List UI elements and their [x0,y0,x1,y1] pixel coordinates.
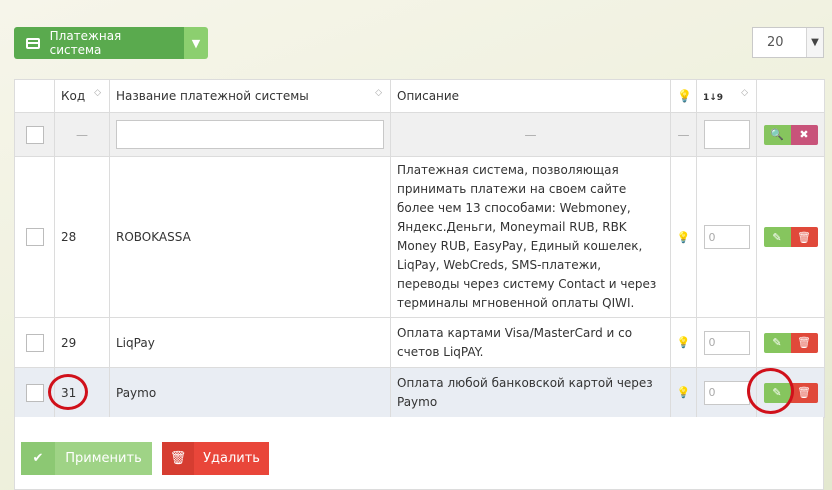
header-select [14,79,55,113]
sort-arrows-icon: ◇ [375,88,382,98]
header-order[interactable]: 1↓9 ◇ [696,79,757,113]
row-checkbox[interactable] [25,228,44,246]
credit-card-icon [26,37,40,49]
filter-name-input[interactable] [116,120,384,149]
lightbulb-icon[interactable]: 💡 [677,386,691,399]
payment-systems-table: Код ◇ Название платежной системы ◇ Описа… [14,79,825,418]
close-icon: ✖ [799,128,809,141]
trash-icon: 🗑 [162,442,194,475]
filter-order-input[interactable] [703,120,750,149]
row-name: LiqPay [109,317,391,368]
delete-button[interactable]: 🗑 [790,382,818,403]
filter-code-dash: — [76,127,88,142]
lightbulb-icon[interactable]: 💡 [677,336,691,349]
row-description: Платежная система, позволяющая принимать… [390,156,671,318]
table-header-row: Код ◇ Название платежной системы ◇ Описа… [14,79,825,113]
row-checkbox[interactable] [25,383,44,402]
pencil-icon: ✎ [772,230,782,244]
row-order-input[interactable]: 0 [703,225,750,249]
toolbar: Платежная система ▼ [14,27,208,59]
lightbulb-icon[interactable]: 💡 [677,231,691,244]
lightbulb-icon: 💡 [677,89,692,103]
search-icon: 🔍 [770,128,784,141]
search-button[interactable]: 🔍 [763,124,791,145]
header-description: Описание [390,79,671,113]
add-payment-system-label: Платежная система [49,29,122,57]
row-checkbox[interactable] [25,333,44,352]
add-dropdown-toggle[interactable]: ▼ [184,27,208,59]
chevron-down-icon: ▼ [191,36,201,50]
select-all-checkbox[interactable] [25,125,44,144]
row-order-input[interactable]: 0 [703,330,750,355]
highlight-ring-code [48,374,88,410]
bulk-actions-bar: ✔ Применить 🗑 Удалить [14,417,824,490]
row-name: ROBOKASSA [109,156,391,318]
filter-actions: 🔍 ✖ [757,124,824,145]
row-name: Paymo [109,367,391,418]
bulk-delete-button[interactable]: 🗑 Удалить [162,442,269,475]
sort-arrows-icon: ◇ [94,88,101,98]
trash-icon: 🗑 [797,386,811,399]
table-row: 31 Paymo Оплата любой банковской картой … [14,367,825,418]
header-active: 💡 [670,79,697,113]
sort-arrows-icon: ◇ [741,88,748,98]
row-actions: ✎ 🗑 [757,332,824,353]
row-code: 29 [54,317,110,368]
delete-button[interactable]: 🗑 [790,227,818,247]
apply-button[interactable]: ✔ Применить [21,442,152,475]
row-order-input[interactable]: 0 [703,380,750,405]
chevron-down-icon: ▼ [806,28,823,57]
header-code[interactable]: Код ◇ [54,79,110,113]
delete-label: Удалить [203,451,260,466]
check-icon: ✔ [21,442,55,475]
delete-button[interactable]: 🗑 [790,332,818,353]
per-page-value: 20 [767,35,784,50]
pencil-icon: ✎ [772,336,782,349]
row-actions: ✎ 🗑 [757,227,824,247]
table-row: 29 LiqPay Оплата картами Visa/MasterCard… [14,317,825,368]
row-code: 28 [54,156,110,318]
filter-active-dash: — [677,127,690,142]
header-description-label: Описание [397,89,460,103]
edit-button[interactable]: ✎ [763,227,791,247]
header-name[interactable]: Название платежной системы ◇ [109,79,391,113]
header-actions [756,79,825,113]
clear-filter-button[interactable]: ✖ [790,124,818,145]
table-row: 28 ROBOKASSA Платежная система, позволяю… [14,156,825,318]
add-payment-system-button[interactable]: Платежная система [14,27,184,59]
trash-icon: 🗑 [797,336,811,349]
row-description: Оплата картами Visa/MasterCard и со счет… [390,317,671,368]
header-code-label: Код [61,89,86,103]
filter-description-dash: — [524,127,537,142]
edit-button[interactable]: ✎ [763,332,791,353]
highlight-ring-edit [747,368,794,414]
row-description: Оплата любой банковской картой через Pay… [390,367,671,418]
apply-label: Применить [65,451,142,466]
filter-row: — — — 🔍 ✖ [14,112,825,157]
header-name-label: Название платежной системы [116,89,309,103]
trash-icon: 🗑 [797,230,811,244]
per-page-select[interactable]: 20 ▼ [752,27,824,58]
sort-numeric-icon: 1↓9 [703,93,724,103]
